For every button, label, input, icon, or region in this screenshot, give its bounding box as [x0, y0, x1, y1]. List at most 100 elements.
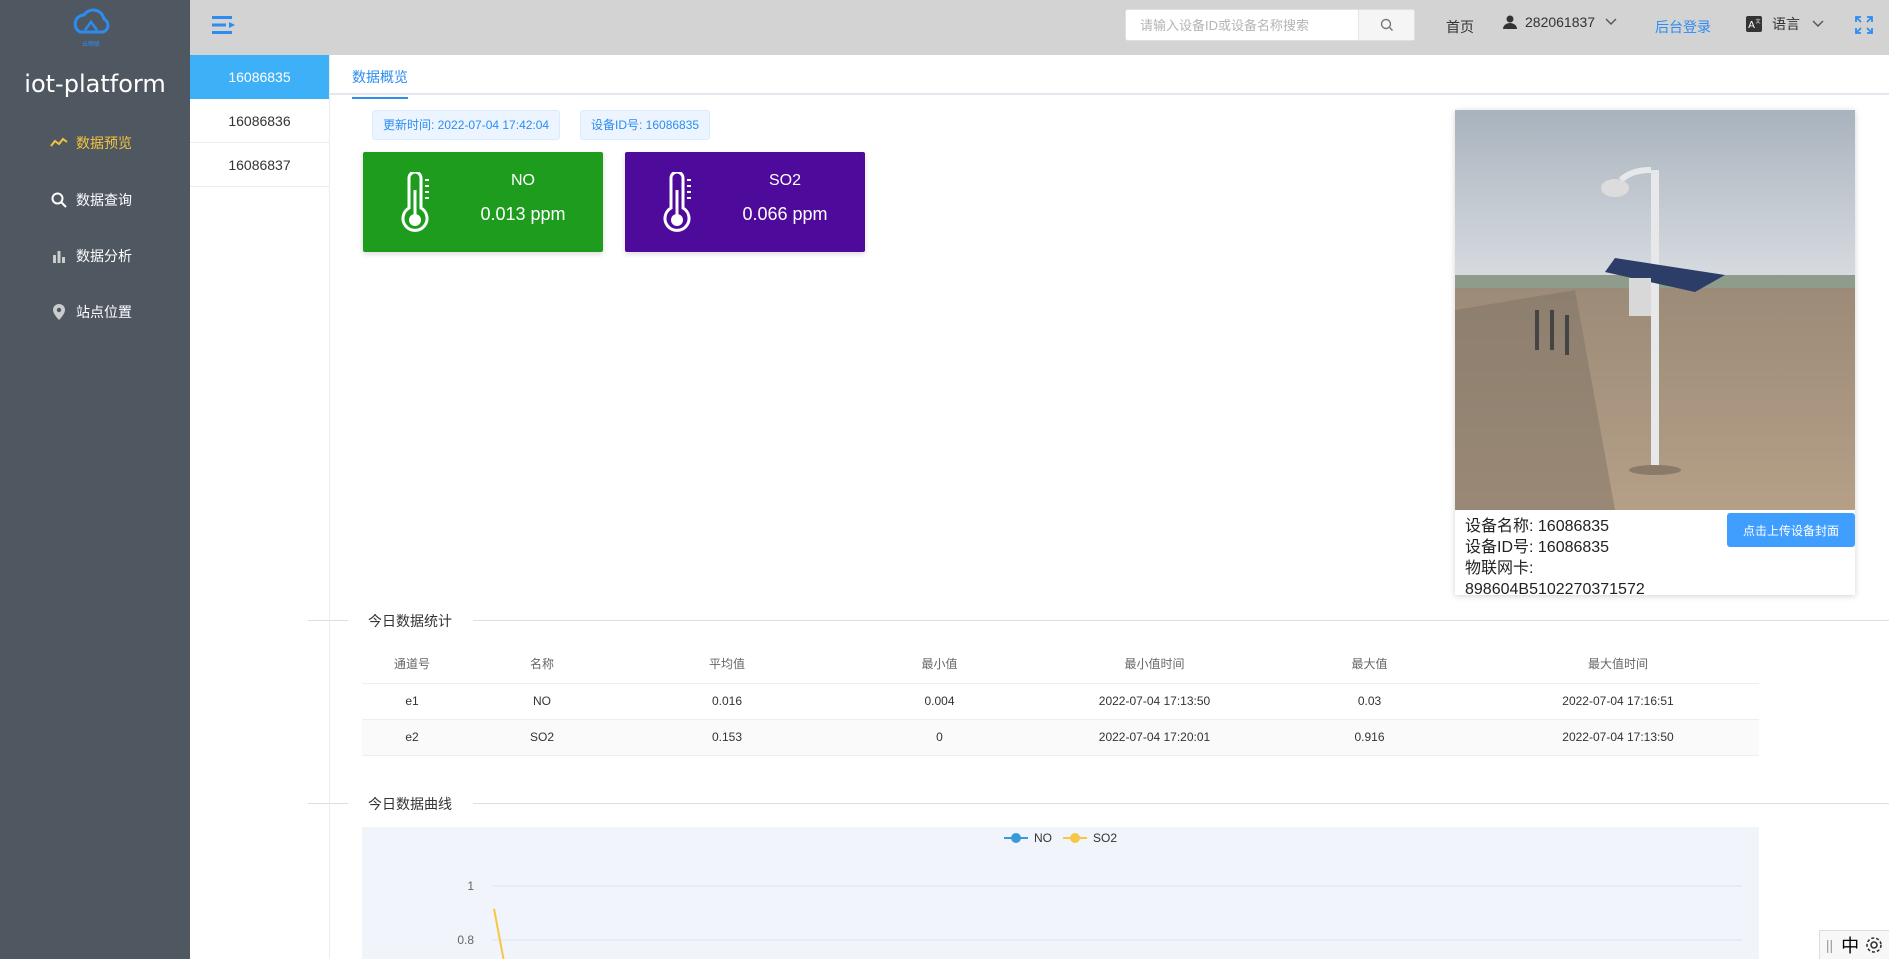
fullscreen-icon[interactable]	[1855, 16, 1873, 34]
nav-item-label: 数据查询	[76, 192, 132, 208]
device-id-line: 设备ID号: 16086835	[1465, 539, 1610, 556]
device-id-tag: 设备ID号: 16086835	[580, 110, 711, 140]
nav-item-label: 数据预览	[76, 135, 132, 151]
legend-item-no[interactable]: NO	[1004, 831, 1052, 845]
upload-cover-button[interactable]: 点击上传设备封面	[1727, 513, 1855, 547]
translate-icon: A文	[1746, 16, 1762, 32]
language-label: 语言	[1772, 16, 1800, 32]
stats-section-title: 今日数据统计	[308, 610, 1889, 631]
user-menu[interactable]: 282061837	[1503, 14, 1617, 30]
metric-name: SO2	[768, 172, 801, 189]
curve-section-title: 今日数据曲线	[308, 793, 1889, 814]
language-menu[interactable]: A文 语言	[1746, 14, 1824, 34]
table-row: e2 SO2 0.153 0 2022-07-04 17:20:01 0.916…	[362, 719, 1759, 756]
stats-title: 今日数据统计	[368, 611, 452, 631]
settings-gear-icon[interactable]	[1865, 936, 1883, 954]
thermometer-icon	[397, 170, 437, 234]
legend-dot-no	[1011, 833, 1021, 843]
y-tick-label: 0.8	[457, 933, 474, 947]
table-cell: 0	[832, 719, 1047, 756]
table-cell: e2	[362, 719, 462, 756]
device-item-16086837[interactable]: 16086837	[190, 143, 329, 187]
nav-item-site-location[interactable]: 站点位置	[0, 292, 190, 332]
logo-text: 云物联	[82, 40, 100, 48]
table-header: 名称	[462, 645, 622, 684]
tab-data-overview[interactable]: 数据概览	[352, 67, 408, 99]
nav-item-label: 站点位置	[76, 304, 132, 320]
ime-label: 中	[1841, 936, 1860, 956]
table-cell: SO2	[462, 719, 622, 756]
nav-item-data-query[interactable]: 数据查询	[0, 180, 190, 220]
cloud-logo-icon: 云物联	[68, 4, 114, 48]
location-pin-icon	[50, 303, 68, 321]
table-header: 平均值	[622, 645, 832, 684]
user-icon	[1503, 15, 1517, 29]
table-header: 最大值时间	[1477, 645, 1759, 684]
legend[interactable]: NO SO2	[1004, 831, 1117, 845]
metric-value: 0.066 ppm	[742, 204, 828, 224]
chevron-down-icon	[1605, 18, 1617, 25]
table-header: 最小值	[832, 645, 1047, 684]
device-name-line: 设备名称: 16086835	[1465, 518, 1610, 535]
device-item-16086835[interactable]: 16086835	[190, 55, 329, 99]
device-info: 设备名称: 16086835 设备ID号: 16086835 物联网卡: 898…	[1465, 516, 1715, 600]
table-cell: 2022-07-04 17:13:50	[1477, 719, 1759, 756]
metric-value: 0.013 ppm	[480, 204, 566, 224]
chart-svg: NO SO2 1 0.8	[457, 831, 1742, 959]
table-header-row: 通道号 名称 平均值 最小值 最小值时间 最大值 最大值时间	[362, 645, 1759, 684]
table-cell: NO	[462, 683, 622, 720]
table-cell: 2022-07-04 17:13:50	[1047, 683, 1262, 720]
device-search-input[interactable]	[1126, 10, 1358, 40]
home-link[interactable]: 首页	[1446, 17, 1474, 37]
device-card: 设备名称: 16086835 设备ID号: 16086835 物联网卡: 898…	[1455, 110, 1855, 598]
device-search	[1125, 9, 1415, 41]
ime-divider: ||	[1825, 937, 1834, 953]
y-tick-label: 1	[467, 879, 474, 893]
legend-label-no: NO	[1034, 831, 1052, 845]
table-header: 最大值	[1262, 645, 1477, 684]
table-cell: 0.03	[1262, 683, 1477, 720]
curve-title: 今日数据曲线	[368, 794, 452, 814]
search-button[interactable]	[1358, 10, 1414, 40]
table-cell: 2022-07-04 17:20:01	[1047, 719, 1262, 756]
update-time-tag: 更新时间: 2022-07-04 17:42:04	[372, 110, 561, 140]
legend-item-so2[interactable]: SO2	[1063, 831, 1117, 845]
series-line-so2	[493, 908, 505, 959]
menu-toggle-icon[interactable]	[210, 13, 238, 37]
sim-card-number: 898604B5102270371572	[1465, 581, 1645, 598]
metric-name: NO	[511, 172, 535, 189]
user-name: 282061837	[1525, 14, 1596, 30]
device-list: 16086835 16086836 16086837	[190, 55, 330, 959]
admin-login-link[interactable]: 后台登录	[1655, 17, 1711, 37]
nav-item-data-preview[interactable]: 数据预览	[0, 123, 190, 163]
metric-card-so2: SO2 0.066 ppm	[625, 152, 865, 252]
table-cell: 0.004	[832, 683, 1047, 720]
thermometer-icon	[659, 170, 699, 234]
device-photo	[1455, 110, 1855, 510]
search-icon	[1380, 18, 1393, 31]
table-cell: 2022-07-04 17:16:51	[1477, 683, 1759, 720]
series-layer	[493, 908, 505, 959]
device-item-16086836[interactable]: 16086836	[190, 99, 329, 143]
metric-card-no: NO 0.013 ppm	[363, 152, 603, 252]
data-curve-chart: NO SO2 1 0.8	[362, 827, 1759, 959]
top-header: 首页 282061837 后台登录 A文 语言	[190, 0, 1889, 55]
search-icon	[50, 191, 68, 209]
nav-item-data-analysis[interactable]: 数据分析	[0, 236, 190, 276]
ime-indicator[interactable]: || 中	[1819, 930, 1889, 959]
table-cell: 0.153	[622, 719, 832, 756]
nav-item-label: 数据分析	[76, 248, 132, 264]
legend-dot-so2	[1070, 833, 1080, 843]
sim-card-label: 物联网卡:	[1465, 560, 1534, 577]
svg-text:文: 文	[1755, 18, 1760, 25]
chevron-down-icon	[1812, 20, 1824, 27]
bar-chart-icon	[50, 247, 68, 265]
sidebar: 云物联 iot-platform 数据预览 数据查询 数据分析 站点位置	[0, 0, 190, 959]
svg-text:A: A	[1748, 20, 1755, 31]
table-header: 最小值时间	[1047, 645, 1262, 684]
app-name: iot-platform	[24, 70, 166, 98]
legend-label-so2: SO2	[1093, 831, 1117, 845]
table-row: e1 NO 0.016 0.004 2022-07-04 17:13:50 0.…	[362, 683, 1759, 720]
main-content: 数据概览 更新时间: 2022-07-04 17:42:04 设备ID号: 16…	[308, 55, 1889, 959]
table-header: 通道号	[362, 645, 462, 684]
